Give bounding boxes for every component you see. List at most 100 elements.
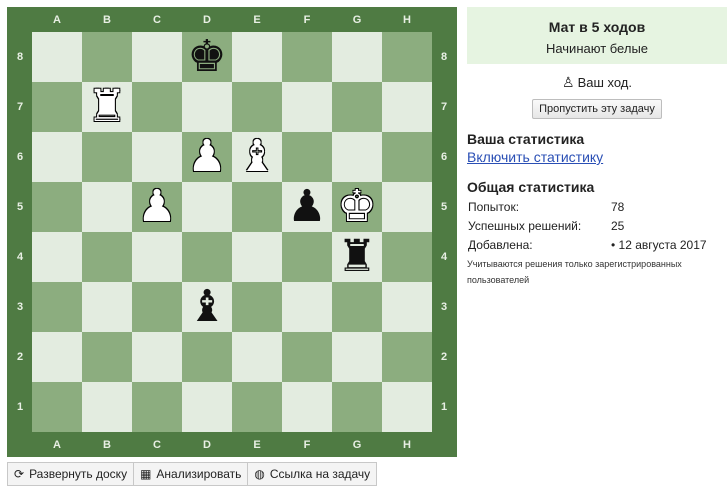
square-f1[interactable]: [282, 382, 332, 432]
file-label: D: [203, 14, 211, 26]
square-c8[interactable]: [132, 32, 182, 82]
square-d2[interactable]: [182, 332, 232, 382]
table-row: Успешных решений: 25: [467, 216, 709, 235]
rank-label: 5: [440, 201, 448, 213]
black-bishop-piece[interactable]: ♝: [187, 282, 226, 332]
square-a1[interactable]: [32, 382, 82, 432]
square-a7[interactable]: [32, 82, 82, 132]
square-h8[interactable]: [382, 32, 432, 82]
square-h2[interactable]: [382, 332, 432, 382]
square-d6[interactable]: ♟: [182, 132, 232, 182]
square-a6[interactable]: [32, 132, 82, 182]
square-f3[interactable]: [282, 282, 332, 332]
square-f8[interactable]: [282, 32, 332, 82]
square-h3[interactable]: [382, 282, 432, 332]
square-f7[interactable]: [282, 82, 332, 132]
square-c2[interactable]: [132, 332, 182, 382]
stat-label: Попыток:: [468, 200, 520, 214]
square-f5[interactable]: ♟: [282, 182, 332, 232]
square-f4[interactable]: [282, 232, 332, 282]
square-c4[interactable]: [132, 232, 182, 282]
square-c6[interactable]: [132, 132, 182, 182]
square-c3[interactable]: [132, 282, 182, 332]
square-e3[interactable]: [232, 282, 282, 332]
square-a5[interactable]: [32, 182, 82, 232]
square-h5[interactable]: [382, 182, 432, 232]
square-c1[interactable]: [132, 382, 182, 432]
black-rook-piece[interactable]: ♜: [337, 232, 376, 282]
square-b8[interactable]: [82, 32, 132, 82]
square-g3[interactable]: [332, 282, 382, 332]
square-b3[interactable]: [82, 282, 132, 332]
your-stats-heading: Ваша статистика: [467, 131, 585, 147]
square-e6[interactable]: ♝: [232, 132, 282, 182]
square-e2[interactable]: [232, 332, 282, 382]
black-king-piece[interactable]: ♚: [187, 32, 226, 82]
square-b1[interactable]: [82, 382, 132, 432]
square-f6[interactable]: [282, 132, 332, 182]
square-a8[interactable]: [32, 32, 82, 82]
chess-board-frame: AABBCCDDEEFFGGHH8877665544332211 ♚ ♜ ♟ ♝ ♟ ♟ ♚…: [7, 7, 457, 457]
square-g4[interactable]: ♜: [332, 232, 382, 282]
square-g5[interactable]: ♚: [332, 182, 382, 232]
enable-stats-link[interactable]: Включить статистику: [467, 149, 727, 165]
square-e1[interactable]: [232, 382, 282, 432]
expand-board-button[interactable]: ⟳ Развернуть доску: [7, 462, 135, 486]
square-d5[interactable]: [182, 182, 232, 232]
analyze-button[interactable]: ▦ Анализировать: [133, 462, 249, 486]
rank-label: 6: [16, 151, 24, 163]
square-b7[interactable]: ♜: [82, 82, 132, 132]
task-link-button[interactable]: ◍ Ссылка на задачу: [247, 462, 378, 486]
stat-value: 78: [611, 200, 625, 214]
task-link-label: Ссылка на задачу: [269, 467, 371, 481]
white-rook-piece[interactable]: ♜: [87, 82, 126, 132]
square-b5[interactable]: [82, 182, 132, 232]
task-title: Мат в 5 ходов: [548, 19, 646, 35]
general-stats-heading: Общая статистика: [467, 179, 595, 195]
white-pawn-piece[interactable]: ♟: [137, 182, 176, 232]
square-d1[interactable]: [182, 382, 232, 432]
skip-task-button[interactable]: Пропустить эту задачу: [532, 99, 662, 119]
square-g2[interactable]: [332, 332, 382, 382]
square-h7[interactable]: [382, 82, 432, 132]
stat-value: 25: [611, 219, 625, 233]
square-b4[interactable]: [82, 232, 132, 282]
square-c5[interactable]: ♟: [132, 182, 182, 232]
square-h6[interactable]: [382, 132, 432, 182]
square-e7[interactable]: [232, 82, 282, 132]
square-d8[interactable]: ♚: [182, 32, 232, 82]
file-label: H: [403, 14, 411, 26]
square-g7[interactable]: [332, 82, 382, 132]
square-c7[interactable]: [132, 82, 182, 132]
white-pawn-piece[interactable]: ♟: [187, 132, 226, 182]
square-d4[interactable]: [182, 232, 232, 282]
square-e4[interactable]: [232, 232, 282, 282]
square-h4[interactable]: [382, 232, 432, 282]
file-label: E: [253, 14, 261, 26]
square-e8[interactable]: [232, 32, 282, 82]
file-label: F: [303, 14, 311, 26]
rank-label: 1: [440, 401, 448, 413]
white-bishop-piece[interactable]: ♝: [237, 132, 276, 182]
square-g1[interactable]: [332, 382, 382, 432]
file-label: B: [103, 14, 111, 26]
square-b6[interactable]: [82, 132, 132, 182]
square-a3[interactable]: [32, 282, 82, 332]
refresh-icon: ⟳: [14, 467, 25, 481]
square-a2[interactable]: [32, 332, 82, 382]
analyze-label: Анализировать: [156, 467, 242, 481]
square-a4[interactable]: [32, 232, 82, 282]
square-b2[interactable]: [82, 332, 132, 382]
square-d3[interactable]: ♝: [182, 282, 232, 332]
square-f2[interactable]: [282, 332, 332, 382]
white-king-piece[interactable]: ♚: [337, 182, 376, 232]
square-g6[interactable]: [332, 132, 382, 182]
chess-board[interactable]: ♚ ♜ ♟ ♝ ♟ ♟ ♚ ♜ ♝: [32, 32, 432, 432]
stat-label: Успешных решений:: [468, 219, 582, 233]
pawn-icon: ♙: [562, 75, 575, 91]
square-h1[interactable]: [382, 382, 432, 432]
square-e5[interactable]: [232, 182, 282, 232]
square-d7[interactable]: [182, 82, 232, 132]
square-g8[interactable]: [332, 32, 382, 82]
black-pawn-piece[interactable]: ♟: [287, 182, 326, 232]
